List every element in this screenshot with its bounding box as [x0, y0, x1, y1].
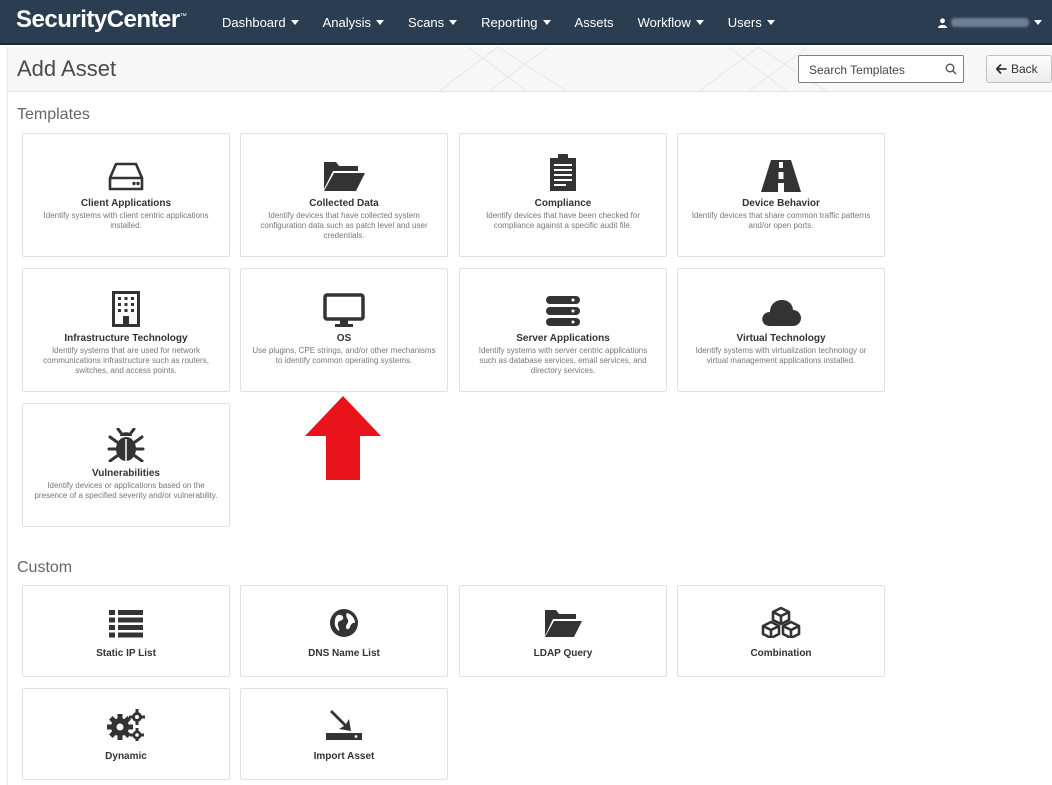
nav-assets[interactable]: Assets [575, 15, 614, 30]
template-card-device-behavior[interactable]: Device Behavior Identify devices that sh… [677, 133, 885, 257]
template-card-compliance[interactable]: Compliance Identify devices that have be… [459, 133, 667, 257]
custom-card-static-ip-list[interactable]: Static IP List [22, 585, 230, 677]
search-icon [945, 63, 957, 75]
hdd-icon [108, 162, 144, 191]
cubes-icon [761, 606, 801, 638]
cloud-icon [762, 300, 801, 326]
nav-analysis[interactable]: Analysis [323, 15, 385, 30]
custom-card-combination[interactable]: Combination [677, 585, 885, 677]
road-icon [761, 160, 801, 192]
monitor-icon [323, 293, 365, 327]
top-navbar: SecurityCenter™ Dashboard Analysis Scans… [0, 0, 1052, 45]
template-card-os[interactable]: OS Use plugins, CPE strings, and/or othe… [240, 268, 448, 392]
page-title: Add Asset [17, 56, 117, 81]
folder-icon [545, 610, 582, 637]
nav-reporting[interactable]: Reporting [481, 15, 551, 30]
clipboard-icon [550, 154, 576, 191]
bug-icon [107, 428, 145, 462]
page-header: Add Asset Search Templates Back [8, 47, 1052, 92]
custom-card-import-asset[interactable]: Import Asset [240, 688, 448, 780]
chevron-down-icon [542, 20, 551, 25]
server-icon [546, 296, 580, 326]
section-title-templates: Templates [17, 106, 90, 123]
nav-dashboard[interactable]: Dashboard [222, 15, 299, 30]
template-card-virtual-technology[interactable]: Virtual Technology Identify systems with… [677, 268, 885, 392]
user-menu[interactable] [938, 0, 1042, 45]
chevron-down-icon [695, 20, 704, 25]
red-arrow-annotation [305, 396, 381, 480]
search-templates-input[interactable]: Search Templates [798, 55, 964, 83]
nav-users[interactable]: Users [728, 15, 775, 30]
gears-icon [107, 709, 145, 741]
nav-workflow[interactable]: Workflow [638, 15, 704, 30]
import-icon [326, 710, 362, 740]
globe-icon [330, 609, 358, 637]
username-redacted [951, 18, 1029, 27]
user-icon [938, 17, 947, 28]
template-card-client-applications[interactable]: Client Applications Identify systems wit… [22, 133, 230, 257]
main-nav: Dashboard Analysis Scans Reporting Asset… [222, 0, 799, 45]
list-icon [109, 610, 143, 638]
brand-logo[interactable]: SecurityCenter™ [16, 6, 187, 34]
custom-card-dynamic[interactable]: Dynamic [22, 688, 230, 780]
chevron-down-icon [1034, 20, 1042, 25]
template-card-server-applications[interactable]: Server Applications Identify systems wit… [459, 268, 667, 392]
back-button[interactable]: Back [986, 55, 1052, 83]
custom-card-dns-name-list[interactable]: DNS Name List [240, 585, 448, 677]
left-scroll-gutter [0, 47, 8, 785]
arrow-left-icon [996, 64, 1007, 74]
template-card-collected-data[interactable]: Collected Data Identify devices that hav… [240, 133, 448, 257]
chevron-down-icon [766, 20, 775, 25]
building-icon [112, 291, 140, 327]
custom-card-ldap-query[interactable]: LDAP Query [459, 585, 667, 677]
folder-open-icon [324, 162, 365, 191]
chevron-down-icon [376, 20, 385, 25]
chevron-down-icon [449, 20, 458, 25]
nav-scans[interactable]: Scans [408, 15, 458, 30]
chevron-down-icon [290, 20, 299, 25]
template-card-vulnerabilities[interactable]: Vulnerabilities Identify devices or appl… [22, 403, 230, 527]
template-card-infrastructure-technology[interactable]: Infrastructure Technology Identify syste… [22, 268, 230, 392]
section-title-custom: Custom [17, 559, 73, 576]
